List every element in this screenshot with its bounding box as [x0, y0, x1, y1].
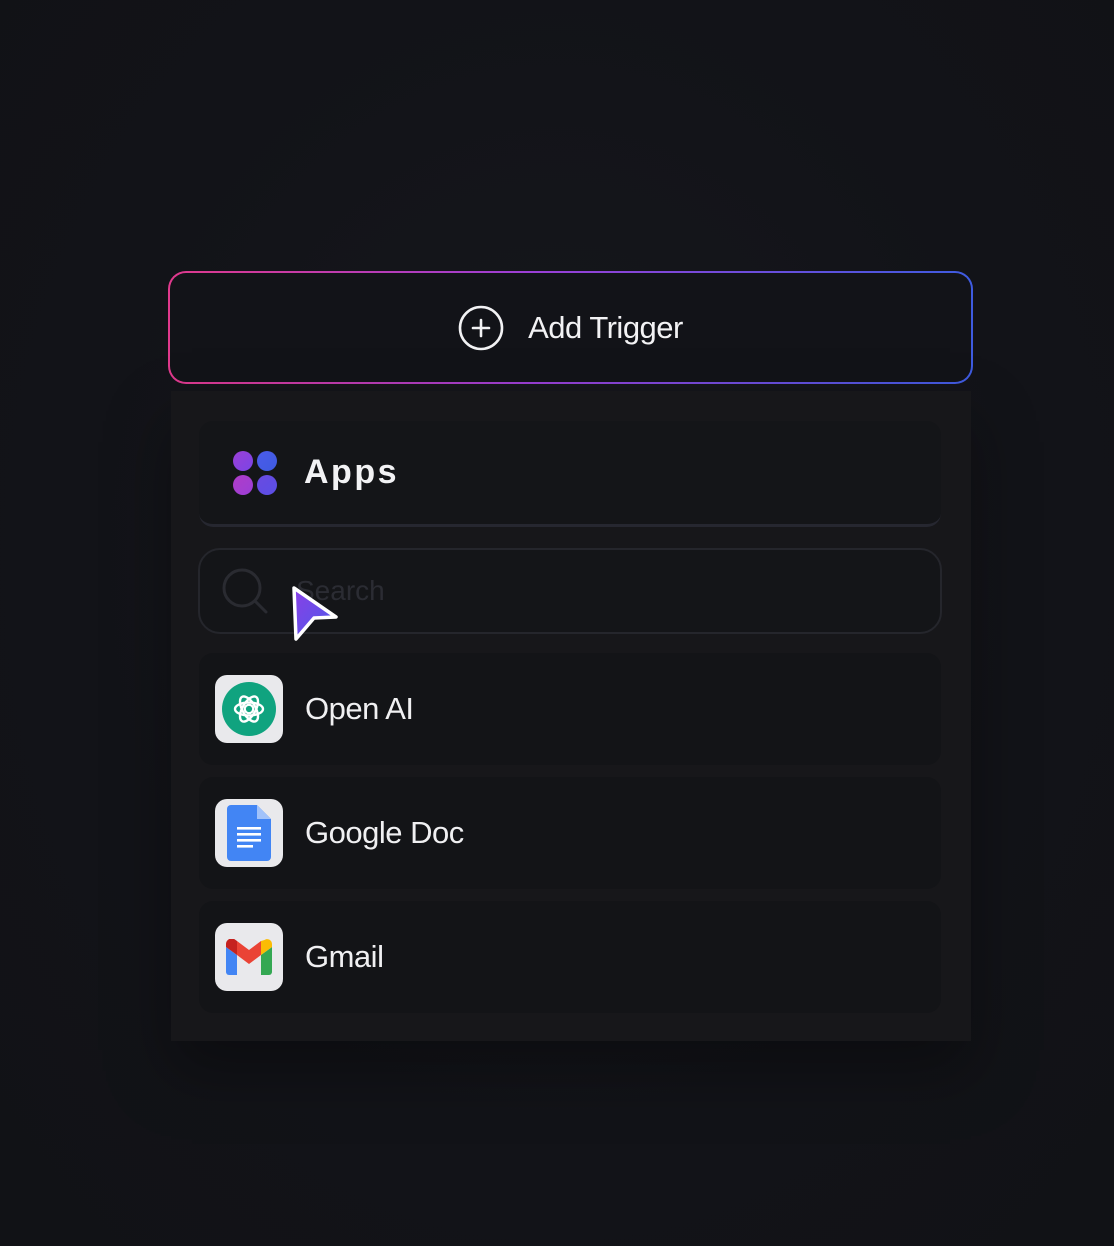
apps-list: Open AI Google Doc Gmail [199, 653, 941, 1025]
app-tile [215, 923, 283, 991]
plus-circle-icon [458, 305, 504, 350]
app-item-label: Google Doc [305, 815, 464, 850]
app-item-label: Open AI [305, 691, 414, 726]
openai-icon [222, 682, 276, 736]
gmail-icon [226, 939, 272, 975]
app-tile [215, 799, 283, 867]
apps-dropdown-panel: Apps Search Open AI Google Doc Gmail [171, 391, 971, 1041]
apps-title: Apps [304, 453, 399, 491]
app-item-google-doc[interactable]: Google Doc [199, 777, 941, 889]
add-trigger-button[interactable]: Add Trigger [168, 271, 973, 384]
app-tile [215, 675, 283, 743]
google-docs-icon [227, 805, 271, 861]
app-item-openai[interactable]: Open AI [199, 653, 941, 765]
add-trigger-button-inner: Add Trigger [170, 273, 971, 382]
app-item-label: Gmail [305, 939, 384, 974]
add-trigger-label: Add Trigger [528, 309, 683, 345]
search-icon [222, 568, 268, 614]
canvas: Add Trigger Apps Search Open AI Google D… [0, 0, 1114, 1246]
search-input[interactable] [294, 560, 898, 622]
apps-grid-icon [233, 450, 277, 495]
app-item-gmail[interactable]: Gmail [199, 901, 941, 1013]
search-box[interactable] [198, 548, 942, 634]
apps-header: Apps [199, 421, 941, 527]
